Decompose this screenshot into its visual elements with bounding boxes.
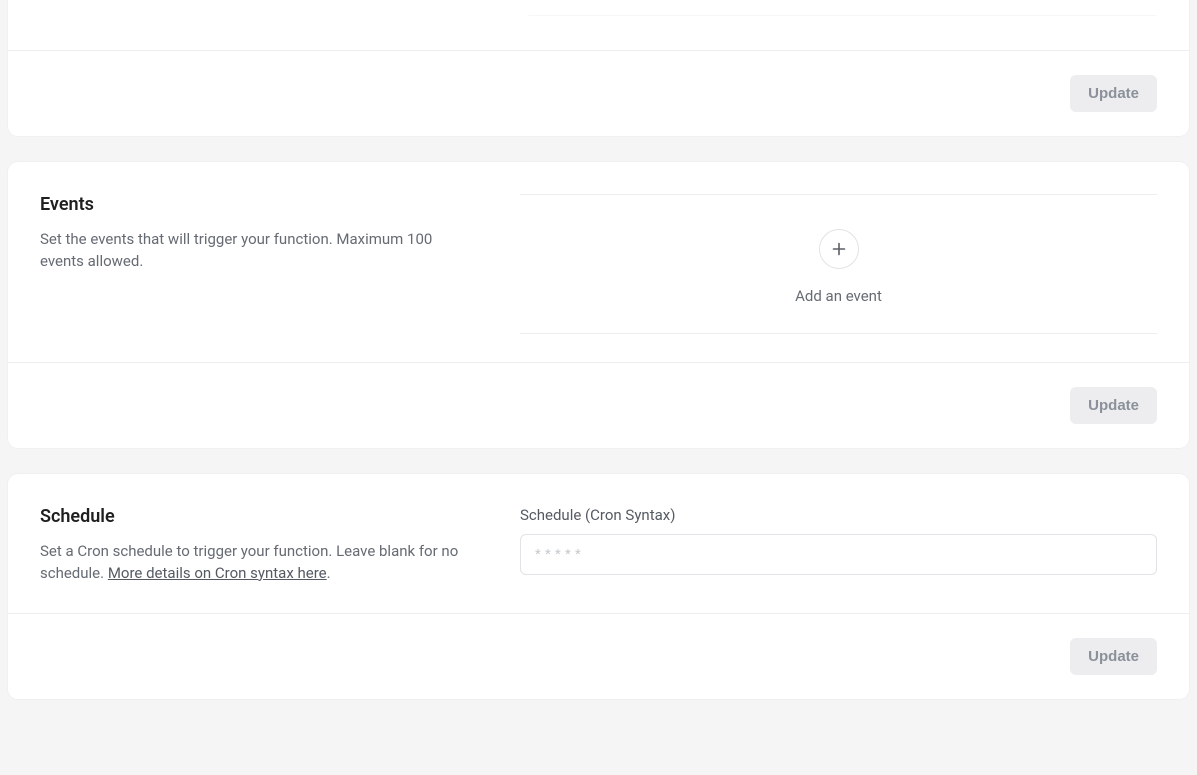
schedule-panel-content: Schedule (Cron Syntax) xyxy=(520,506,1157,585)
previous-panel-footer: Update xyxy=(8,0,1189,136)
events-panel-body: Events Set the events that will trigger … xyxy=(8,162,1189,362)
events-title: Events xyxy=(40,194,460,215)
plus-icon xyxy=(831,241,847,257)
events-panel: Events Set the events that will trigger … xyxy=(8,162,1189,448)
add-event-button[interactable] xyxy=(819,229,859,269)
schedule-title: Schedule xyxy=(40,506,460,527)
previous-panel-body-cut xyxy=(8,0,1189,14)
events-panel-footer: Update xyxy=(8,362,1189,448)
schedule-desc-suffix: . xyxy=(327,564,331,582)
events-description: Set the events that will trigger your fu… xyxy=(40,229,460,273)
previous-panel-footer-row: Update xyxy=(8,50,1189,136)
schedule-panel-body: Schedule Set a Cron schedule to trigger … xyxy=(8,474,1189,613)
add-event-label: Add an event xyxy=(795,287,882,305)
schedule-panel: Schedule Set a Cron schedule to trigger … xyxy=(8,474,1189,699)
cron-syntax-link[interactable]: More details on Cron syntax here xyxy=(108,564,327,582)
events-empty-area: Add an event xyxy=(520,194,1157,334)
schedule-cron-input[interactable] xyxy=(520,534,1157,575)
events-panel-info: Events Set the events that will trigger … xyxy=(40,194,460,334)
update-button[interactable]: Update xyxy=(1070,75,1157,112)
events-panel-content: Add an event xyxy=(520,194,1157,334)
schedule-description: Set a Cron schedule to trigger your func… xyxy=(40,541,460,585)
update-button[interactable]: Update xyxy=(1070,387,1157,424)
schedule-panel-footer: Update xyxy=(8,613,1189,699)
schedule-panel-info: Schedule Set a Cron schedule to trigger … xyxy=(40,506,460,585)
schedule-field-label: Schedule (Cron Syntax) xyxy=(520,506,1157,524)
update-button[interactable]: Update xyxy=(1070,638,1157,675)
